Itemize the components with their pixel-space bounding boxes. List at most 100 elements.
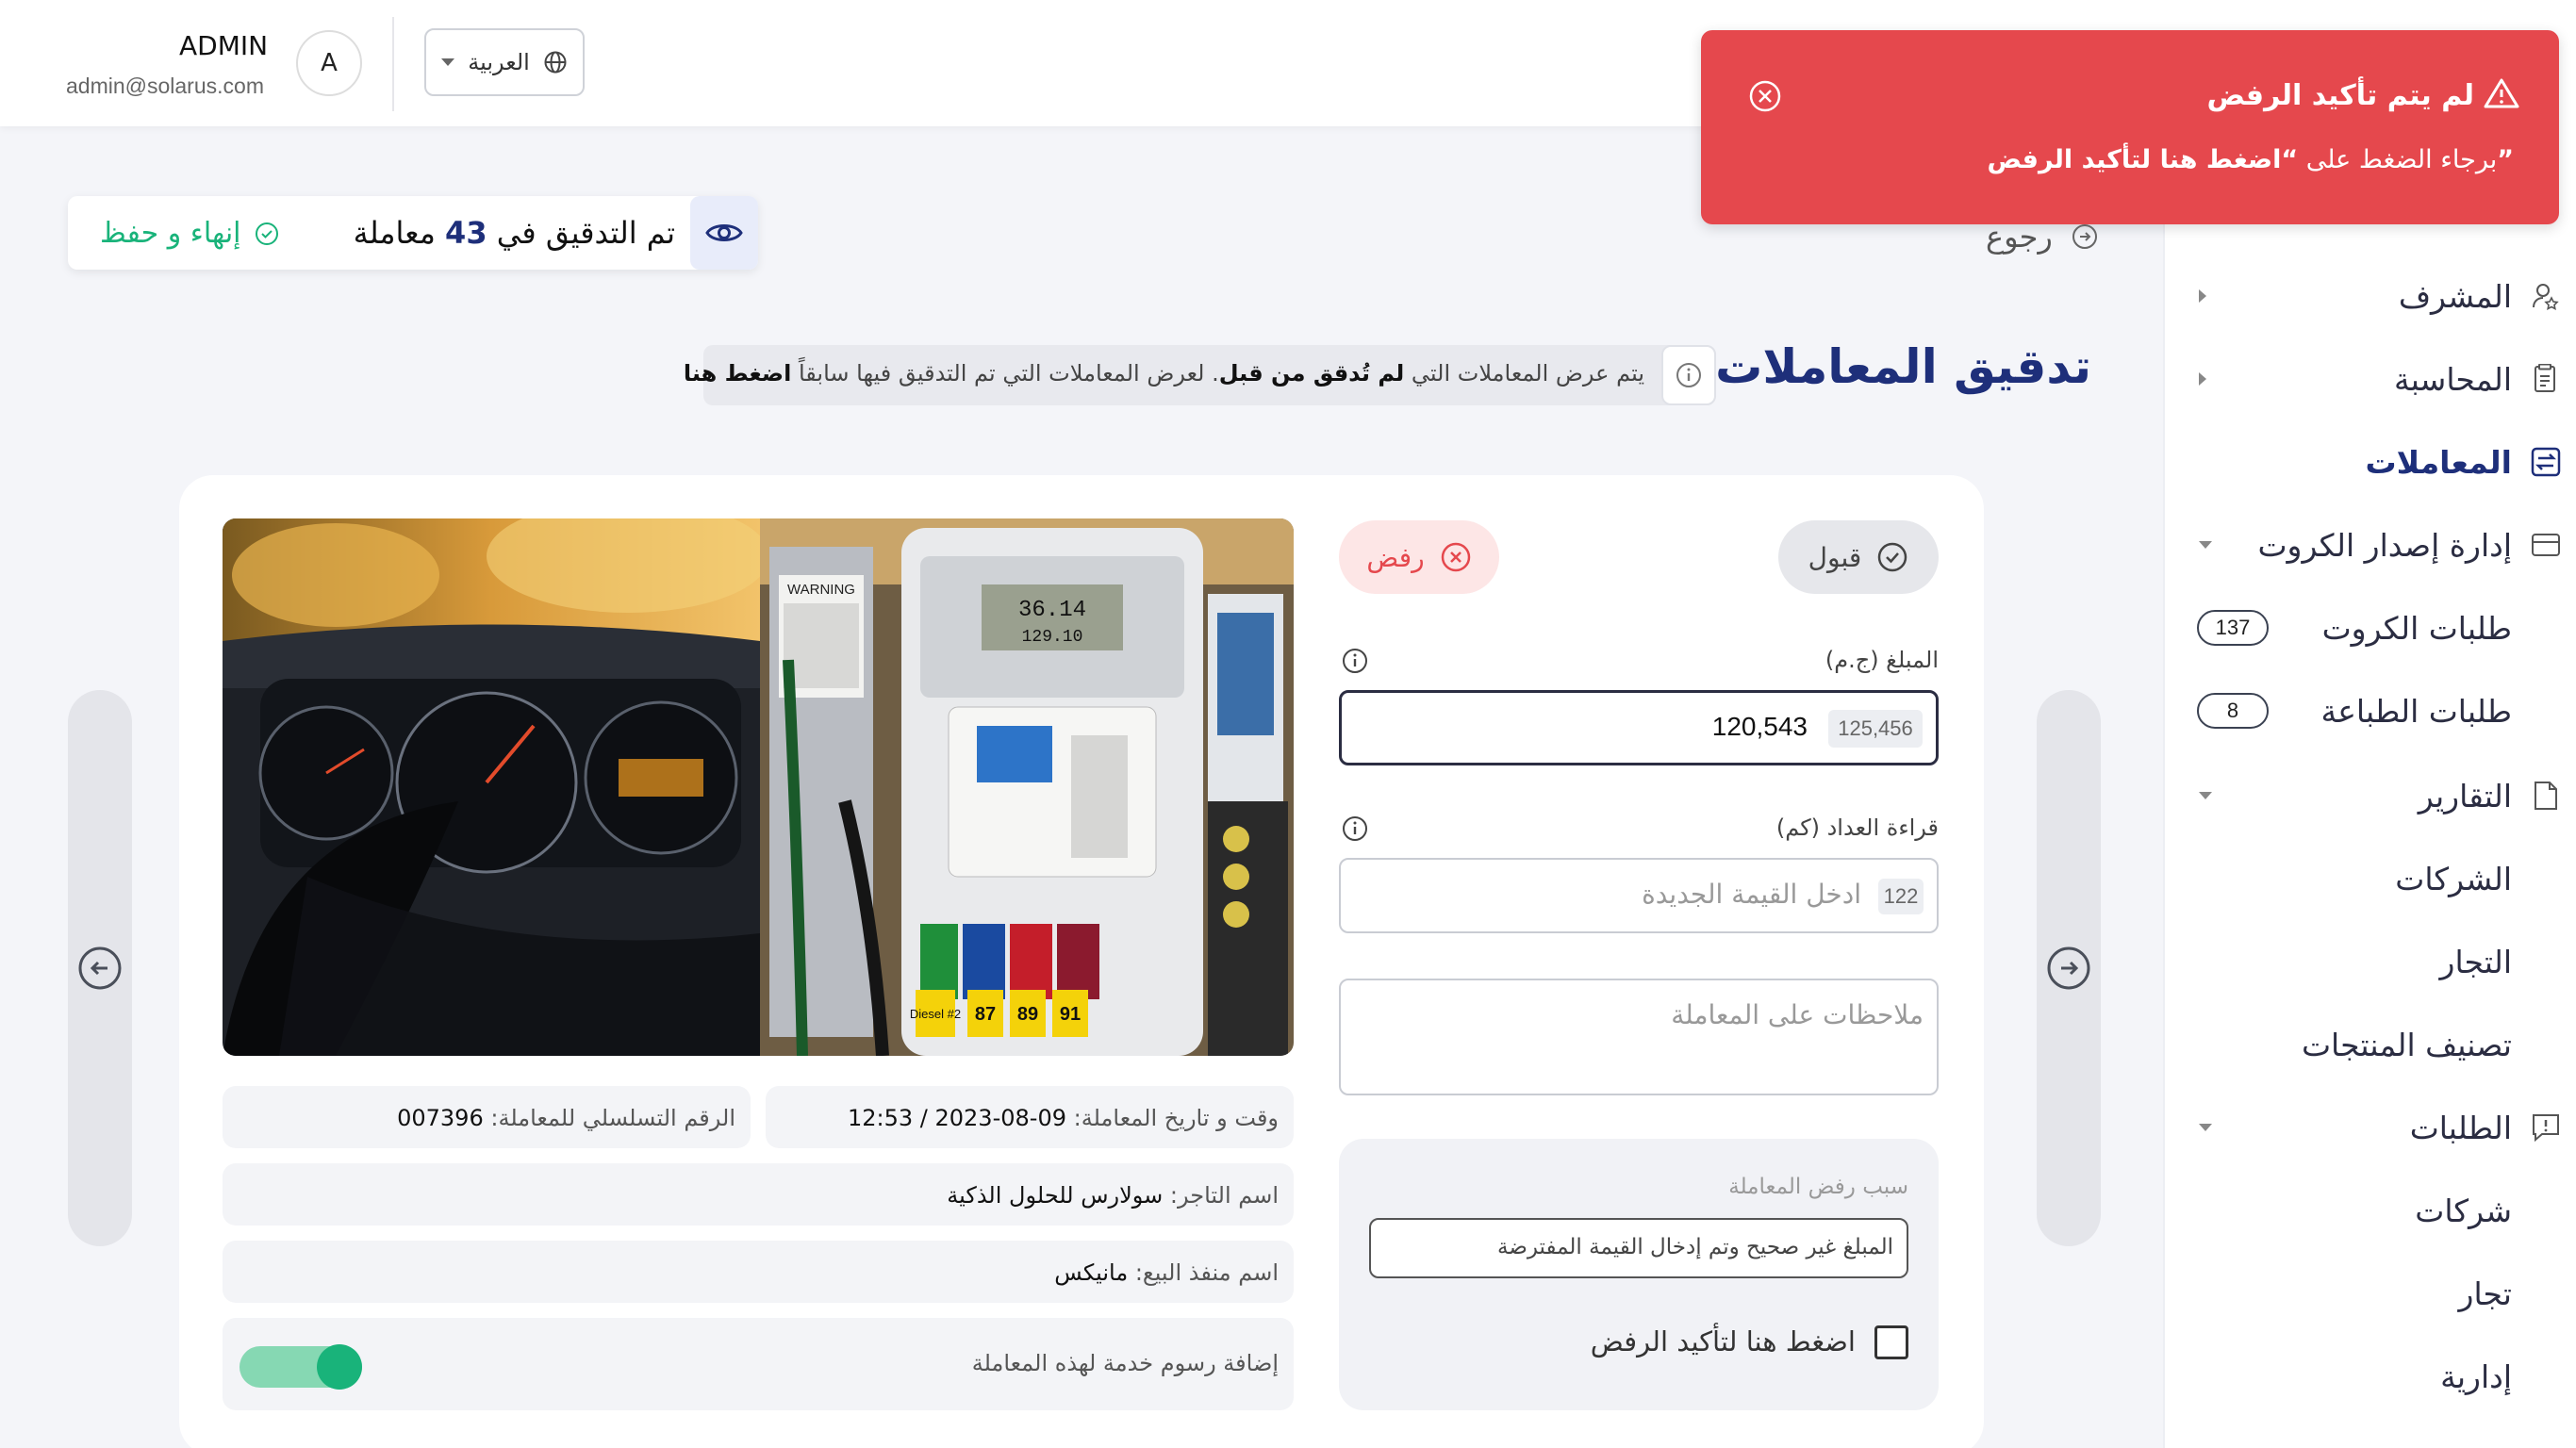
receipt-photo: WARNING 36.14 129.10 Diesel #2 87 89 91 — [223, 518, 1294, 1056]
merchant-row: اسم التاجر: سولارس للحلول الذكية — [223, 1163, 1294, 1226]
reject-reason-value: المبلغ غير صحيح وتم إدخال القيمة المفترض… — [1497, 1235, 1893, 1259]
merchant-text: اسم التاجر: سولارس للحلول الذكية — [947, 1182, 1279, 1209]
sidebar-item-supervisor[interactable]: المشرف — [2165, 268, 2576, 324]
sidebar-item-label: المشرف — [2398, 277, 2512, 315]
eye-icon — [705, 224, 743, 241]
sidebar-item-transactions[interactable]: المعاملات — [2165, 434, 2576, 490]
amount-label: المبلغ (ج.م) — [1825, 647, 1939, 673]
outlet-label: اسم منفذ البيع: — [1134, 1259, 1279, 1286]
reject-button[interactable]: رفض — [1339, 520, 1499, 594]
warning-icon — [2484, 77, 2519, 113]
toast-message: برجاء الضغط على “اضغط هنا لتأكيد الرفض” — [1987, 145, 2514, 174]
verify-count: 43 — [445, 215, 487, 251]
chevron-right-icon — [2199, 372, 2206, 386]
language-select[interactable]: العربية — [424, 28, 585, 96]
user-email: admin@solarus.com — [66, 74, 264, 98]
chevron-down-icon — [2199, 1124, 2212, 1131]
toggle-knob — [317, 1344, 362, 1390]
finish-save-button[interactable]: إنهاء و حفظ — [100, 217, 279, 250]
accept-button[interactable]: قبول — [1778, 520, 1939, 594]
accept-label: قبول — [1808, 541, 1862, 573]
back-link[interactable]: رجوع — [1986, 219, 2098, 255]
toast-title: لم يتم تأكيد الرفض — [2206, 79, 2475, 112]
sidebar-item-accounting[interactable]: المحاسبة — [2165, 351, 2576, 407]
view-button[interactable] — [690, 196, 758, 270]
verify-count-text: تم التدقيق في 43 معاملة — [354, 215, 675, 251]
datetime-label: وقت و تاريخ المعاملة: — [1073, 1105, 1279, 1131]
previous-transaction-button[interactable] — [68, 690, 132, 1246]
sidebar-item-label: التجار — [2439, 943, 2512, 980]
pump-grade-87: 87 — [975, 1004, 996, 1025]
supervisor-icon — [2529, 279, 2563, 313]
amount-input[interactable]: 125,456 120,543 — [1339, 690, 1939, 765]
service-fee-label: إضافة رسوم خدمة لهذه المعاملة — [971, 1350, 1279, 1376]
service-fee-toggle[interactable] — [239, 1344, 362, 1390]
sidebar-item-card-issuance[interactable]: إدارة إصدار الكروت — [2165, 517, 2576, 573]
sidebar-item-label: المعاملات — [2365, 443, 2513, 481]
next-transaction-button[interactable] — [2037, 690, 2101, 1246]
pump-warning-label: WARNING — [787, 582, 855, 598]
outlet-row: اسم منفذ البيع: مانيكس — [223, 1241, 1294, 1303]
sidebar-item-print-requests[interactable]: طلبات الطباعة 8 — [2165, 683, 2576, 739]
arrow-right-circle-icon — [2047, 946, 2090, 990]
sidebar-item-requests[interactable]: الطلبات — [2165, 1099, 2576, 1156]
language-label: العربية — [468, 49, 530, 75]
datetime-row: وقت و تاريخ المعاملة: 09-08-2023 / 12:53 — [766, 1086, 1294, 1148]
notes-textarea[interactable]: ملاحظات على المعاملة — [1339, 979, 1939, 1095]
close-icon[interactable] — [1748, 79, 1782, 117]
globe-icon — [544, 51, 567, 74]
chevron-down-icon — [2199, 792, 2212, 799]
error-toast: لم يتم تأكيد الرفض برجاء الضغط على “اضغط… — [1701, 30, 2559, 224]
sidebar-item-request-merchants[interactable]: تجار — [2165, 1265, 2576, 1322]
info-text-part2: . لعرض المعاملات التي تم التدقيق فيها سا… — [798, 360, 1219, 387]
check-circle-icon — [255, 222, 278, 245]
finish-label: إنهاء و حفظ — [100, 217, 241, 250]
requests-icon — [2529, 1111, 2563, 1144]
user-name: ADMIN — [179, 30, 269, 61]
reject-reason-panel: سبب رفض المعاملة المبلغ غير صحيح وتم إدخ… — [1339, 1139, 1939, 1410]
info-banner: يتم عرض المعاملات التي لم تُدقق من قبل. … — [684, 345, 1716, 405]
merchant-label: اسم التاجر: — [1169, 1182, 1279, 1209]
reports-icon — [2529, 779, 2563, 813]
confirm-reject-checkbox[interactable] — [1874, 1325, 1908, 1359]
odometer-input[interactable]: 122 ادخل القيمة الجديدة — [1339, 858, 1939, 933]
info-text: يتم عرض المعاملات التي لم تُدقق من قبل. … — [684, 360, 1644, 387]
sidebar-item-request-companies[interactable]: شركات — [2165, 1182, 2576, 1239]
amount-value: 120,543 — [1711, 712, 1808, 741]
info-icon[interactable] — [1341, 647, 1369, 679]
outlet-value: مانيكس — [1054, 1259, 1129, 1286]
serial-number-text: الرقم التسلسلي للمعاملة: 007396 — [397, 1105, 735, 1131]
avatar[interactable]: A — [296, 30, 362, 96]
outlet-text: اسم منفذ البيع: مانيكس — [1054, 1259, 1279, 1286]
info-link[interactable]: اضغط هنا — [684, 360, 791, 387]
datetime-text: وقت و تاريخ المعاملة: 09-08-2023 / 12:53 — [848, 1105, 1279, 1131]
sidebar-item-card-requests[interactable]: طلبات الكروت 137 — [2165, 600, 2576, 656]
sidebar-item-label: شركات — [2415, 1192, 2512, 1229]
original-odometer-chip: 122 — [1878, 879, 1924, 914]
odometer-placeholder: ادخل القيمة الجديدة — [1642, 879, 1861, 910]
pump-grade-89: 89 — [1017, 1004, 1038, 1025]
sidebar-item-label: تجار — [2458, 1275, 2512, 1312]
merchant-value: سولارس للحلول الذكية — [947, 1182, 1164, 1209]
sidebar-item-administrative[interactable]: إدارية — [2165, 1348, 2576, 1405]
datetime-value: 09-08-2023 / 12:53 — [847, 1105, 1066, 1131]
sidebar-item-reports[interactable]: التقارير — [2165, 767, 2576, 824]
pump-display-top: 36.14 — [1018, 598, 1086, 623]
topbar-divider — [392, 17, 394, 111]
x-circle-icon — [1441, 542, 1470, 572]
reject-label: رفض — [1366, 541, 1425, 573]
reject-reason-label: سبب رفض المعاملة — [1728, 1175, 1908, 1199]
sidebar-item-label: إدارة إصدار الكروت — [2257, 526, 2512, 564]
sidebar-item-product-categories[interactable]: تصنيف المنتجات — [2165, 1016, 2576, 1073]
sidebar-item-label: الشركات — [2395, 860, 2512, 897]
sidebar-item-merchants[interactable]: التجار — [2165, 933, 2576, 990]
reject-reason-select[interactable]: المبلغ غير صحيح وتم إدخال القيمة المفترض… — [1369, 1218, 1908, 1278]
sidebar-item-companies[interactable]: الشركات — [2165, 850, 2576, 907]
arrow-left-circle-icon — [78, 946, 122, 990]
pump-display-bottom: 129.10 — [1022, 628, 1083, 647]
confirm-reject-label: اضغط هنا لتأكيد الرفض — [1590, 1325, 1856, 1358]
sidebar-item-label: طلبات الكروت — [2321, 609, 2512, 647]
serial-value: 007396 — [397, 1105, 484, 1131]
verify-suffix: معاملة — [353, 215, 436, 251]
info-icon[interactable] — [1341, 814, 1369, 847]
